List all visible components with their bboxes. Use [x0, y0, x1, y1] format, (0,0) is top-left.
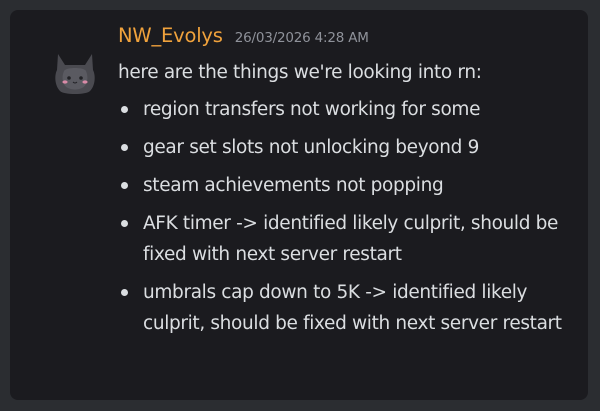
bullet-icon	[121, 106, 128, 113]
list-item: region transfers not working for some	[118, 94, 570, 125]
message-intro: here are the things we're looking into r…	[118, 62, 482, 83]
list-item-text: AFK timer -> identified likely culprit, …	[143, 213, 559, 265]
list-item: gear set slots not unlocking beyond 9	[118, 132, 570, 163]
username[interactable]: NW_Evolys	[118, 24, 223, 47]
list-item: steam achievements not popping	[118, 170, 570, 201]
bullet-icon	[121, 289, 128, 296]
cat-avatar-icon	[55, 54, 95, 94]
message-header: NW_Evolys 26/03/2026 4:28 AM	[118, 24, 369, 47]
bullet-list: region transfers not working for some ge…	[118, 94, 570, 339]
bullet-icon	[121, 220, 128, 227]
list-item-text: gear set slots not unlocking beyond 9	[143, 137, 479, 158]
avatar[interactable]	[52, 48, 98, 98]
list-item-text: steam achievements not popping	[143, 175, 444, 196]
list-item: umbrals cap down to 5K -> identified lik…	[118, 277, 570, 339]
list-item-text: umbrals cap down to 5K -> identified lik…	[143, 282, 562, 334]
list-item: AFK timer -> identified likely culprit, …	[118, 208, 570, 270]
list-item-text: region transfers not working for some	[143, 99, 481, 120]
bullet-icon	[121, 182, 128, 189]
message-card: NW_Evolys 26/03/2026 4:28 AM here are th…	[10, 10, 588, 400]
bullet-icon	[121, 144, 128, 151]
timestamp[interactable]: 26/03/2026 4:28 AM	[235, 30, 369, 46]
message-body: here are the things we're looking into r…	[118, 60, 570, 346]
